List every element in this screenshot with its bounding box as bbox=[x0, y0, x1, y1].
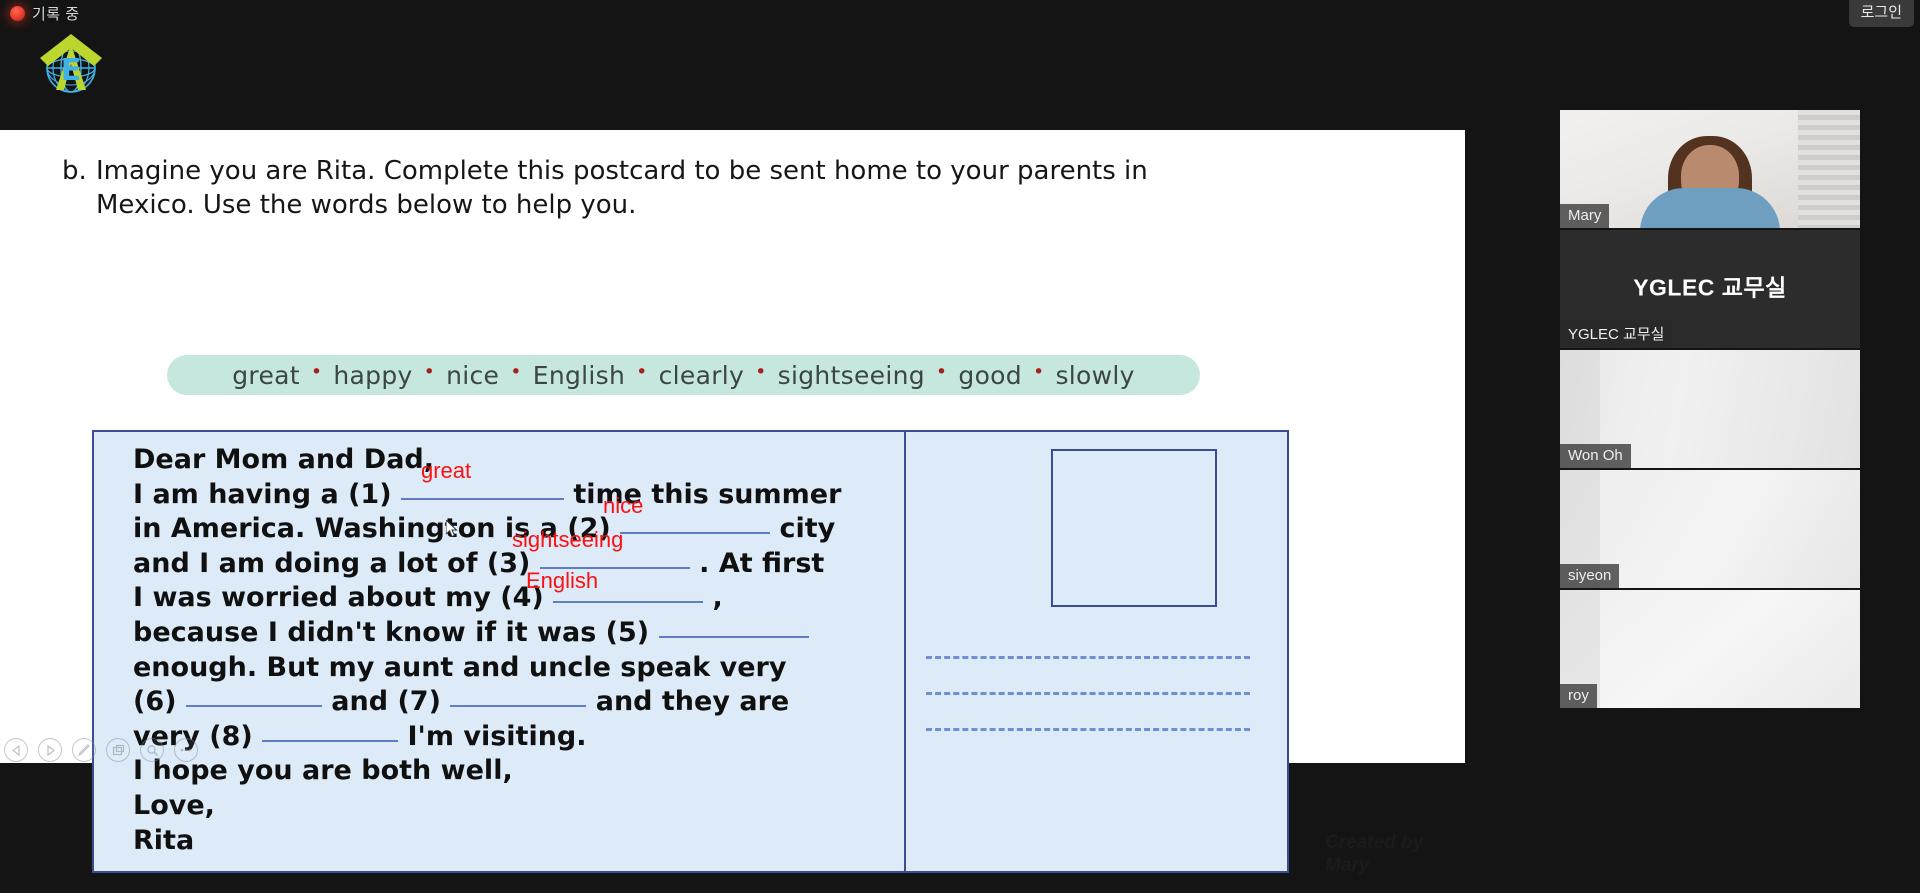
answer-blank-6[interactable] bbox=[185, 705, 322, 708]
word-bank-separator-icon: • bbox=[636, 361, 648, 383]
answer-blank-5[interactable] bbox=[658, 635, 809, 638]
postcard-line-text: enough. But my aunt and uncle speak very bbox=[133, 651, 787, 683]
address-line bbox=[926, 692, 1250, 695]
postcard: Dear Mom and Dad, I am having a (1) time… bbox=[92, 430, 1289, 873]
recording-indicator: 기록 중 bbox=[10, 0, 80, 26]
participant-tile-won-oh[interactable]: Won Oh bbox=[1560, 350, 1860, 468]
word-bank-separator-icon: • bbox=[510, 361, 522, 383]
word-bank-separator-icon: • bbox=[423, 361, 436, 383]
postcard-line-text: I was worried about my (4) bbox=[133, 582, 544, 614]
participant-name: siyeon bbox=[1560, 564, 1620, 588]
word-bank-item: nice bbox=[446, 360, 500, 390]
postcard-message-panel: Dear Mom and Dad, I am having a (1) time… bbox=[94, 432, 906, 871]
participant-name: YGLEC 교무실 bbox=[1560, 320, 1673, 348]
postcard-line: I am having a (1) time this summer bbox=[133, 478, 841, 513]
postcard-line-text: Love, bbox=[133, 789, 215, 821]
svg-text:E: E bbox=[61, 53, 82, 88]
postcard-line: enough. But my aunt and uncle speak very bbox=[133, 651, 841, 686]
postcard-line-text: and they are bbox=[595, 686, 790, 718]
word-bank-separator-icon: • bbox=[1032, 361, 1045, 383]
word-bank-item: good bbox=[958, 360, 1022, 390]
postcard-line-text: (6) bbox=[133, 686, 177, 718]
postcard-line: I hope you are both well, bbox=[133, 754, 841, 789]
participant-display-title: YGLEC 교무실 bbox=[1633, 274, 1787, 301]
annotation-toolbar bbox=[4, 738, 198, 762]
participant-tile-siyeon[interactable]: siyeon bbox=[1560, 470, 1860, 588]
address-line bbox=[926, 728, 1250, 731]
postcard-line-text: and (7) bbox=[331, 686, 441, 718]
postcard-line-text: I am having a (1) bbox=[133, 478, 392, 510]
postcard-line: because I didn't know if it was (5) bbox=[133, 616, 841, 651]
answer-blank-8[interactable] bbox=[262, 739, 399, 742]
postcard-line-text: because I didn't know if it was (5) bbox=[133, 616, 650, 648]
annotation-answer-4: English bbox=[526, 568, 599, 593]
postcard-line-text: I'm visiting. bbox=[407, 720, 587, 752]
participant-tile-mary[interactable]: Mary bbox=[1560, 110, 1860, 228]
postcard-line-text: city bbox=[779, 513, 836, 545]
participant-name: roy bbox=[1560, 684, 1597, 708]
answer-blank-7[interactable] bbox=[450, 705, 587, 708]
question-letter: b. bbox=[62, 156, 87, 186]
next-slide-button[interactable] bbox=[38, 738, 62, 762]
person-body bbox=[1640, 188, 1780, 228]
zoom-button[interactable] bbox=[140, 738, 164, 762]
question-body: Imagine you are Rita. Complete this post… bbox=[96, 156, 1148, 220]
word-bank-item: clearly bbox=[658, 360, 745, 390]
video-feed bbox=[1560, 590, 1860, 708]
postcard-line: Rita bbox=[133, 824, 841, 859]
previous-slide-button[interactable] bbox=[4, 738, 28, 762]
postcard-line-text: Dear Mom and Dad, bbox=[133, 444, 434, 475]
word-bank-item: sightseeing bbox=[777, 360, 925, 390]
postcard-line-text: and I am doing a lot of (3) bbox=[133, 547, 531, 579]
draw-pen-button[interactable] bbox=[72, 738, 96, 762]
answer-blank-1[interactable] bbox=[400, 497, 564, 500]
participant-name: Won Oh bbox=[1560, 444, 1631, 468]
postcard-line: very (8) I'm visiting. bbox=[133, 720, 841, 755]
word-bank-item: slowly bbox=[1055, 360, 1135, 390]
postcard-line: I was worried about my (4) , bbox=[133, 581, 841, 616]
created-by-credit: Created by Mary bbox=[1325, 832, 1424, 876]
word-bank-separator-icon: • bbox=[310, 361, 323, 383]
address-line bbox=[926, 656, 1250, 659]
yglec-globe-logo: E bbox=[36, 28, 106, 98]
postcard-address-panel bbox=[906, 432, 1287, 871]
word-bank-item: happy bbox=[333, 360, 413, 390]
postcard-line-text: . At first bbox=[699, 547, 825, 579]
mouse-cursor bbox=[445, 518, 460, 544]
more-options-button[interactable] bbox=[174, 738, 198, 762]
postcard-line: Love, bbox=[133, 789, 841, 824]
login-button[interactable]: 로그인 bbox=[1848, 0, 1914, 27]
word-bank-separator-icon: • bbox=[935, 361, 948, 383]
recording-dot-icon bbox=[10, 5, 25, 21]
window-blinds bbox=[1798, 110, 1860, 228]
word-bank-item: great bbox=[232, 360, 300, 390]
participant-name: Mary bbox=[1560, 204, 1610, 228]
stamp-box bbox=[1051, 449, 1217, 607]
postcard-line: in America. Washington is a (2) city bbox=[133, 512, 841, 547]
word-bank-item: English bbox=[532, 360, 626, 390]
question-prompt: b. Imagine you are Rita. Complete this p… bbox=[62, 155, 1242, 222]
video-conference-screen-share: 기록 중 로그인 E b. Imagine you are Rita. Comp… bbox=[0, 0, 1920, 893]
answer-blank-4[interactable] bbox=[553, 601, 704, 604]
participant-tile-yglec-office[interactable]: YGLEC 교무실 YGLEC 교무실 bbox=[1560, 230, 1860, 348]
postcard-line: Dear Mom and Dad, bbox=[133, 443, 841, 478]
word-bank: great • happy • nice • English • clearly… bbox=[167, 355, 1200, 395]
recording-label: 기록 중 bbox=[32, 5, 80, 23]
annotation-answer-1: great bbox=[421, 458, 472, 483]
postcard-text: Dear Mom and Dad, I am having a (1) time… bbox=[133, 443, 841, 858]
postcard-line: (6) and (7) and they are bbox=[133, 685, 841, 720]
postcard-line-text: Rita bbox=[133, 824, 195, 856]
postcard-line: and I am doing a lot of (3) . At first bbox=[133, 547, 841, 582]
answer-blank-2[interactable] bbox=[620, 532, 771, 535]
shared-slide: b. Imagine you are Rita. Complete this p… bbox=[0, 130, 1465, 876]
annotation-answer-3: sightseeing bbox=[512, 527, 624, 552]
screenshot-button[interactable] bbox=[106, 738, 130, 762]
word-bank-separator-icon: • bbox=[755, 361, 767, 383]
participants-rail: Mary YGLEC 교무실 YGLEC 교무실 Won Oh siyeon r… bbox=[1560, 110, 1860, 708]
annotation-answer-2: nice bbox=[603, 493, 644, 518]
postcard-line-text: , bbox=[712, 582, 723, 614]
participant-tile-roy[interactable]: roy bbox=[1560, 590, 1860, 708]
